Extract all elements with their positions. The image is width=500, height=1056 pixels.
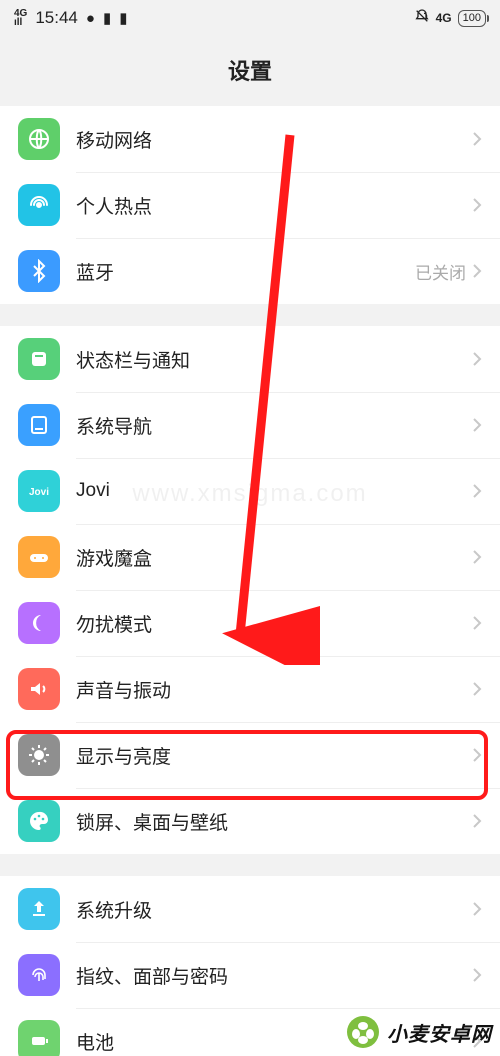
update-icon bbox=[18, 888, 60, 930]
nav-icon bbox=[18, 404, 60, 446]
bluetooth-icon bbox=[18, 250, 60, 292]
settings-group-1: 状态栏与通知 系统导航 Jovi Jovi 游戏魔盒 bbox=[0, 326, 500, 854]
fingerprint-icon bbox=[18, 954, 60, 996]
row-display[interactable]: 显示与亮度 bbox=[0, 722, 500, 788]
row-dnd[interactable]: 勿扰模式 bbox=[0, 590, 500, 656]
chevron-right-icon bbox=[472, 681, 482, 697]
signal-bars-icon: ıll bbox=[14, 18, 27, 27]
row-bluetooth[interactable]: 蓝牙 已关闭 bbox=[0, 238, 500, 304]
card-status-icon: ▮ bbox=[119, 9, 127, 27]
sound-icon bbox=[18, 668, 60, 710]
hotspot-icon bbox=[18, 184, 60, 226]
row-statusbar-notify[interactable]: 状态栏与通知 bbox=[0, 326, 500, 392]
chevron-right-icon bbox=[472, 967, 482, 983]
row-label: 状态栏与通知 bbox=[76, 346, 472, 373]
chat-icon: ● bbox=[86, 10, 95, 27]
chevron-right-icon bbox=[472, 417, 482, 433]
row-game-box[interactable]: 游戏魔盒 bbox=[0, 524, 500, 590]
settings-group-0: 移动网络 个人热点 蓝牙 已关闭 bbox=[0, 106, 500, 304]
signal-4g-icon: 4Gıll bbox=[14, 9, 27, 27]
brand-logo-icon bbox=[345, 1014, 381, 1050]
row-wallpaper[interactable]: 锁屏、桌面与壁纸 bbox=[0, 788, 500, 854]
row-label: 个人热点 bbox=[76, 192, 472, 219]
battery-icon bbox=[18, 1020, 60, 1056]
status-right: 4G 100 bbox=[414, 8, 486, 28]
brand-text: 小麦安卓网 bbox=[387, 1018, 492, 1047]
row-jovi[interactable]: Jovi Jovi bbox=[0, 458, 500, 524]
card-icon bbox=[18, 338, 60, 380]
row-system-update[interactable]: 系统升级 bbox=[0, 876, 500, 942]
sim-icon: ▮ bbox=[103, 9, 111, 27]
chevron-right-icon bbox=[472, 131, 482, 147]
chevron-right-icon bbox=[472, 747, 482, 763]
chevron-right-icon bbox=[472, 549, 482, 565]
chevron-right-icon bbox=[472, 813, 482, 829]
brand-footer: 小麦安卓网 bbox=[345, 1014, 492, 1050]
row-hotspot[interactable]: 个人热点 bbox=[0, 172, 500, 238]
row-label: 锁屏、桌面与壁纸 bbox=[76, 808, 472, 835]
row-label: 蓝牙 bbox=[76, 258, 415, 285]
row-biometrics[interactable]: 指纹、面部与密码 bbox=[0, 942, 500, 1008]
net-4g-right: 4G bbox=[436, 11, 452, 25]
moon-icon bbox=[18, 602, 60, 644]
row-value: 已关闭 bbox=[415, 259, 466, 284]
jovi-icon: Jovi bbox=[18, 470, 60, 512]
row-label: Jovi bbox=[76, 480, 472, 502]
row-label: 系统升级 bbox=[76, 896, 472, 923]
status-left: 4Gıll 15:44 ● ▮ ▮ bbox=[14, 8, 127, 28]
globe-icon bbox=[18, 118, 60, 160]
palette-icon bbox=[18, 800, 60, 842]
battery-indicator: 100 bbox=[458, 10, 486, 27]
row-label: 勿扰模式 bbox=[76, 610, 472, 637]
chevron-right-icon bbox=[472, 901, 482, 917]
chevron-right-icon bbox=[472, 615, 482, 631]
row-label: 声音与振动 bbox=[76, 676, 472, 703]
row-system-nav[interactable]: 系统导航 bbox=[0, 392, 500, 458]
status-time: 15:44 bbox=[35, 8, 78, 28]
page-title: 设置 bbox=[0, 36, 500, 106]
row-label: 指纹、面部与密码 bbox=[76, 962, 472, 989]
svg-text:Jovi: Jovi bbox=[29, 487, 49, 498]
mute-icon bbox=[414, 8, 430, 28]
game-icon bbox=[18, 536, 60, 578]
row-label: 显示与亮度 bbox=[76, 742, 472, 769]
row-label: 系统导航 bbox=[76, 412, 472, 439]
row-label: 移动网络 bbox=[76, 126, 472, 153]
chevron-right-icon bbox=[472, 263, 482, 279]
status-bar: 4Gıll 15:44 ● ▮ ▮ 4G 100 bbox=[0, 0, 500, 36]
chevron-right-icon bbox=[472, 483, 482, 499]
row-mobile-network[interactable]: 移动网络 bbox=[0, 106, 500, 172]
chevron-right-icon bbox=[472, 197, 482, 213]
chevron-right-icon bbox=[472, 351, 482, 367]
row-label: 游戏魔盒 bbox=[76, 544, 472, 571]
brightness-icon bbox=[18, 734, 60, 776]
row-sound[interactable]: 声音与振动 bbox=[0, 656, 500, 722]
